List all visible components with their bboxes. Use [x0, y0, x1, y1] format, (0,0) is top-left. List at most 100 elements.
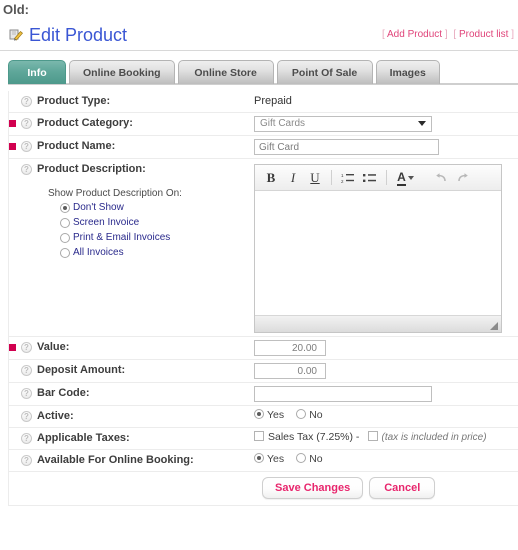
description-label-line: ? Product Description:: [8, 163, 254, 176]
editor-content-area[interactable]: [255, 191, 501, 315]
online-booking-no-radio[interactable]: [296, 453, 307, 463]
row-product-description: ? Product Description: Show Product Desc…: [8, 159, 518, 337]
sales-tax-label: Sales Tax (7.25%) -: [268, 431, 360, 443]
value-cell: [254, 136, 518, 158]
radio-option-screen-invoice[interactable]: Screen Invoice: [60, 216, 254, 229]
required-marker: [9, 143, 16, 150]
page-title: Edit Product: [29, 25, 128, 45]
cancel-button[interactable]: Cancel: [369, 477, 436, 499]
product-name-label: Product Name:: [37, 140, 116, 152]
radio-dont-show[interactable]: [60, 202, 70, 213]
question-help-icon[interactable]: ?: [21, 433, 32, 444]
product-category-select[interactable]: Gift Cards: [254, 116, 432, 132]
save-changes-button[interactable]: Save Changes: [262, 477, 364, 499]
question-help-icon[interactable]: ?: [21, 411, 32, 422]
product-type-label: Product Type:: [37, 95, 111, 107]
description-rich-text-editor: B I U 1 2 A: [254, 164, 502, 333]
font-color-button[interactable]: A: [393, 168, 418, 188]
product-type-value: Prepaid: [254, 95, 292, 107]
label-cell: ? Product Name:: [8, 136, 254, 157]
question-help-icon[interactable]: ?: [21, 388, 32, 399]
online-booking-yes-label: Yes: [267, 453, 285, 465]
online-booking-no-label: No: [309, 453, 323, 465]
value-input[interactable]: [254, 340, 326, 356]
add-product-link[interactable]: Add Product: [387, 29, 442, 40]
add-product-link-group: [ Add Product ]: [382, 29, 448, 40]
undo-button[interactable]: [431, 168, 451, 188]
deposit-amount-label: Deposit Amount:: [37, 364, 126, 376]
required-marker: [9, 390, 16, 397]
italic-button[interactable]: I: [283, 168, 303, 188]
value-cell: [254, 383, 518, 405]
required-marker: [9, 120, 16, 127]
tab-images[interactable]: Images: [375, 60, 440, 84]
row-active: ? Active: Yes No: [8, 406, 518, 428]
value-cell: Prepaid: [254, 91, 518, 111]
header-links: [ Add Product ] [ Product list ]: [379, 29, 514, 40]
bold-button[interactable]: B: [261, 168, 281, 188]
online-booking-yes-radio[interactable]: [254, 453, 264, 463]
available-online-booking-label: Available For Online Booking:: [37, 454, 194, 466]
tab-point-of-sale[interactable]: Point Of Sale: [276, 60, 373, 84]
question-help-icon[interactable]: ?: [21, 118, 32, 129]
tab-online-store[interactable]: Online Store: [177, 60, 274, 84]
question-help-icon[interactable]: ?: [21, 164, 32, 175]
product-list-link[interactable]: Product list: [459, 29, 508, 40]
editor-toolbar: B I U 1 2 A: [255, 165, 501, 191]
radio-option-all-invoices[interactable]: All Invoices: [60, 246, 254, 259]
radio-all-invoices[interactable]: [60, 247, 70, 258]
row-deposit-amount: ? Deposit Amount:: [8, 360, 518, 383]
active-label: Active:: [37, 410, 74, 422]
chevron-down-icon: [418, 121, 426, 126]
product-name-input[interactable]: [254, 139, 439, 155]
tax-included-note: (tax is included in price): [381, 432, 487, 443]
toolbar-divider: [331, 170, 332, 185]
row-value: ? Value:: [8, 337, 518, 360]
question-help-icon[interactable]: ?: [21, 141, 32, 152]
radio-option-print-email-invoices[interactable]: Print & Email Invoices: [60, 231, 254, 244]
active-no-radio[interactable]: [296, 409, 307, 419]
radio-option-dont-show[interactable]: Don't Show: [60, 201, 254, 214]
row-product-name: ? Product Name:: [8, 136, 518, 159]
required-marker: [9, 367, 16, 374]
bracket-open: [: [453, 29, 457, 40]
product-form: ? Product Type: Prepaid ? Product Catego…: [0, 91, 518, 506]
list-ordered-icon[interactable]: 1 2: [338, 168, 358, 188]
redo-button[interactable]: [453, 168, 473, 188]
active-yes-label: Yes: [267, 409, 285, 421]
question-help-icon[interactable]: ?: [21, 342, 32, 353]
value-cell: Yes No: [254, 450, 518, 468]
tax-included-checkbox[interactable]: [367, 431, 378, 441]
product-category-label: Product Category:: [37, 117, 133, 129]
tab-point-of-sale-label: Point Of Sale: [291, 67, 358, 79]
radio-screen-invoice-label: Screen Invoice: [73, 216, 140, 228]
sales-tax-checkbox[interactable]: [254, 431, 264, 441]
old-caption: Old:: [3, 2, 29, 17]
product-category-selected-value: Gift Cards: [260, 118, 306, 129]
list-bullet-icon[interactable]: [360, 168, 380, 188]
required-marker: [9, 98, 16, 105]
question-help-icon[interactable]: ?: [21, 96, 32, 107]
radio-dont-show-label: Don't Show: [73, 201, 124, 213]
tab-info[interactable]: Info: [8, 60, 66, 84]
underline-button[interactable]: U: [305, 168, 325, 188]
tab-online-store-label: Online Store: [194, 67, 257, 79]
value-cell: [254, 360, 518, 382]
radio-screen-invoice[interactable]: [60, 217, 70, 228]
question-help-icon[interactable]: ?: [21, 455, 32, 466]
svg-text:2: 2: [341, 179, 344, 184]
label-cell: ? Product Type:: [8, 91, 254, 112]
show-description-on-label: Show Product Description On:: [48, 188, 182, 199]
resize-grip-icon[interactable]: [490, 322, 498, 330]
radio-print-email-invoices[interactable]: [60, 232, 70, 243]
value-cell: Yes No: [254, 406, 518, 424]
tab-online-booking-label: Online Booking: [83, 67, 161, 79]
tab-images-label: Images: [389, 67, 426, 79]
question-help-icon[interactable]: ?: [21, 365, 32, 376]
active-yes-radio[interactable]: [254, 409, 264, 419]
deposit-amount-input[interactable]: [254, 363, 326, 379]
required-marker: [9, 344, 16, 351]
bar-code-input[interactable]: [254, 386, 432, 402]
tab-online-booking[interactable]: Online Booking: [69, 60, 175, 84]
row-available-for-online-booking: ? Available For Online Booking: Yes No: [8, 450, 518, 472]
